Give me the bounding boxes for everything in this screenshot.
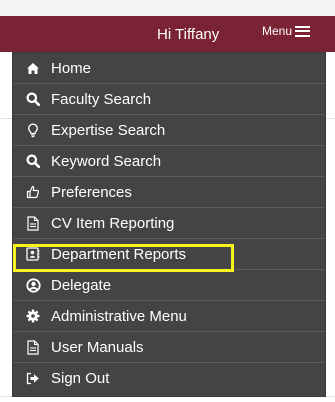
menu-item-delegate[interactable]: Delegate xyxy=(13,270,325,301)
menu-item-user-manuals[interactable]: User Manuals xyxy=(13,332,325,363)
menu-item-expertise-search[interactable]: Expertise Search xyxy=(13,115,325,146)
hamburger-icon xyxy=(295,25,311,37)
menu-item-label: Delegate xyxy=(51,277,112,294)
menu-item-keyword-search[interactable]: Keyword Search xyxy=(13,146,325,177)
menu-toggle-label: Menu xyxy=(262,24,293,38)
menu-item-home[interactable]: Home xyxy=(13,53,325,84)
lightbulb-icon xyxy=(25,115,41,145)
thumbs-up-icon xyxy=(25,177,41,207)
search-icon xyxy=(25,84,41,114)
top-strip xyxy=(0,0,335,16)
menu-toggle-button[interactable]: Menu xyxy=(262,24,311,38)
menu-item-label: Keyword Search xyxy=(51,153,162,170)
menu-item-label: CV Item Reporting xyxy=(51,215,175,232)
menu-item-label: Preferences xyxy=(51,184,132,201)
cog-icon xyxy=(25,301,41,331)
document-icon xyxy=(25,208,41,238)
sign-out-icon xyxy=(25,363,41,393)
menu-item-label: Department Reports xyxy=(51,246,187,263)
contact-card-icon xyxy=(25,239,41,269)
menu-item-label: Faculty Search xyxy=(51,91,152,108)
menu-item-administrative-menu[interactable]: Administrative Menu xyxy=(13,301,325,332)
menu-item-label: User Manuals xyxy=(51,339,144,356)
user-greeting: Hi Tiffany xyxy=(157,26,220,43)
menu-item-department-reports[interactable]: Department Reports xyxy=(13,239,325,270)
menu-item-label: Administrative Menu xyxy=(51,308,187,325)
home-icon xyxy=(25,53,41,83)
user-circle-icon xyxy=(25,270,41,300)
menu-item-label: Expertise Search xyxy=(51,122,166,139)
document-icon xyxy=(25,332,41,362)
menu-item-label: Home xyxy=(51,60,92,77)
search-icon xyxy=(25,146,41,176)
navigation-dropdown: Home Faculty Search Expertise Search Key… xyxy=(12,52,326,397)
menu-item-faculty-search[interactable]: Faculty Search xyxy=(13,84,325,115)
menu-item-cv-item-reporting[interactable]: CV Item Reporting xyxy=(13,208,325,239)
site-header: Hi Tiffany Menu xyxy=(0,16,335,52)
menu-item-label: Sign Out xyxy=(51,370,110,387)
menu-item-sign-out[interactable]: Sign Out xyxy=(13,363,325,394)
menu-item-preferences[interactable]: Preferences xyxy=(13,177,325,208)
